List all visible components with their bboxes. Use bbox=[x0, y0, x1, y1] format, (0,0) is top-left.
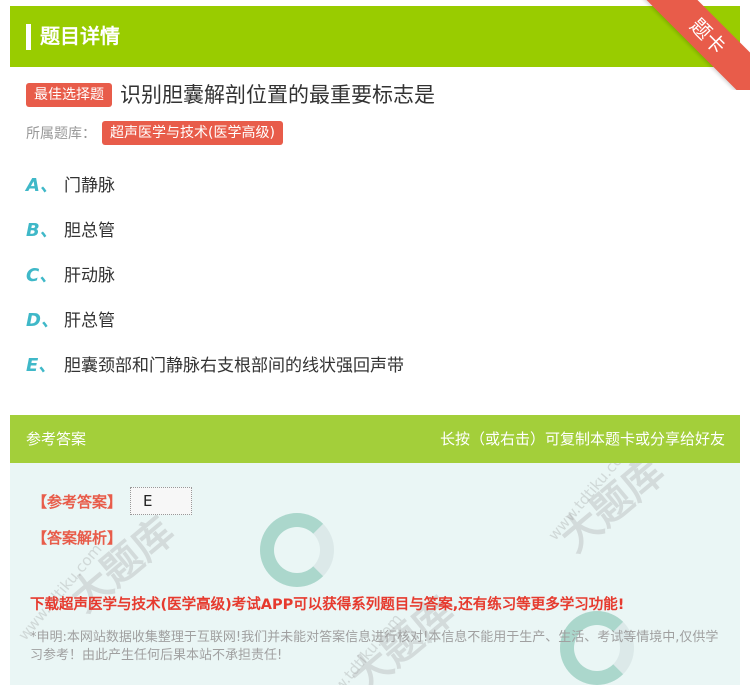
watermark-logo-icon bbox=[260, 513, 334, 587]
answer-section-title: 参考答案 bbox=[26, 430, 87, 448]
answer-panel: 大题库 大题库 大题库 www.tdtiku.com www.tdtiku.co… bbox=[10, 463, 740, 685]
app-download-promo[interactable]: 下载超声医学与技术(医学高级)考试APP可以获得系列题目与答案,还有练习等更多学… bbox=[30, 593, 624, 614]
options-list: A、 门静脉 B、 胆总管 C、 肝动脉 D、 肝总管 E、 胆囊颈部和门静脉右… bbox=[26, 172, 726, 397]
option-text: 肝总管 bbox=[64, 311, 115, 331]
question-text: 识别胆囊解剖位置的最重要标志是 bbox=[120, 83, 435, 107]
option-text: 门静脉 bbox=[64, 176, 115, 196]
answer-tag: 【参考答案】 bbox=[32, 492, 123, 511]
ribbon-label: 题卡 bbox=[640, 0, 750, 90]
answer-line: 【参考答案】 E bbox=[32, 487, 193, 515]
option-letter: E、 bbox=[26, 355, 57, 376]
option-letter: A、 bbox=[26, 175, 58, 196]
question-row: 最佳选择题 识别胆囊解剖位置的最重要标志是 bbox=[26, 80, 435, 110]
bank-label: 所属题库： bbox=[26, 126, 96, 142]
header-accent-bar bbox=[26, 24, 31, 50]
option-b[interactable]: B、 胆总管 bbox=[26, 217, 726, 262]
option-d[interactable]: D、 肝总管 bbox=[26, 307, 726, 352]
copy-share-hint[interactable]: 长按（或右击）可复制本题卡或分享给好友 bbox=[440, 427, 725, 451]
option-text: 肝动脉 bbox=[64, 266, 115, 286]
option-letter: D、 bbox=[26, 310, 59, 331]
option-text: 胆总管 bbox=[64, 221, 115, 241]
option-c[interactable]: C、 肝动脉 bbox=[26, 262, 726, 307]
explanation-tag: 【答案解析】 bbox=[32, 529, 123, 547]
option-letter: B、 bbox=[26, 220, 58, 241]
question-bank-row: 所属题库： 超声医学与技术(医学高级) bbox=[26, 120, 283, 146]
page-title: 题目详情 bbox=[40, 24, 120, 48]
bank-name-badge[interactable]: 超声医学与技术(医学高级) bbox=[102, 121, 283, 145]
disclaimer-text: *申明:本网站数据收集整理于互联网!我们并未能对答案信息进行核对!本信息不能用于… bbox=[30, 630, 719, 663]
answer-value: E bbox=[130, 487, 193, 515]
answer-section-header: 参考答案 长按（或右击）可复制本题卡或分享给好友 bbox=[10, 415, 740, 463]
option-e[interactable]: E、 胆囊颈部和门静脉右支根部间的线状强回声带 bbox=[26, 352, 726, 397]
option-a[interactable]: A、 门静脉 bbox=[26, 172, 726, 217]
page-header: 题目详情 bbox=[10, 6, 740, 67]
option-text: 胆囊颈部和门静脉右支根部间的线状强回声带 bbox=[64, 356, 404, 376]
question-type-badge: 最佳选择题 bbox=[26, 83, 112, 107]
corner-ribbon: 题卡 bbox=[640, 0, 750, 90]
option-letter: C、 bbox=[26, 265, 58, 286]
